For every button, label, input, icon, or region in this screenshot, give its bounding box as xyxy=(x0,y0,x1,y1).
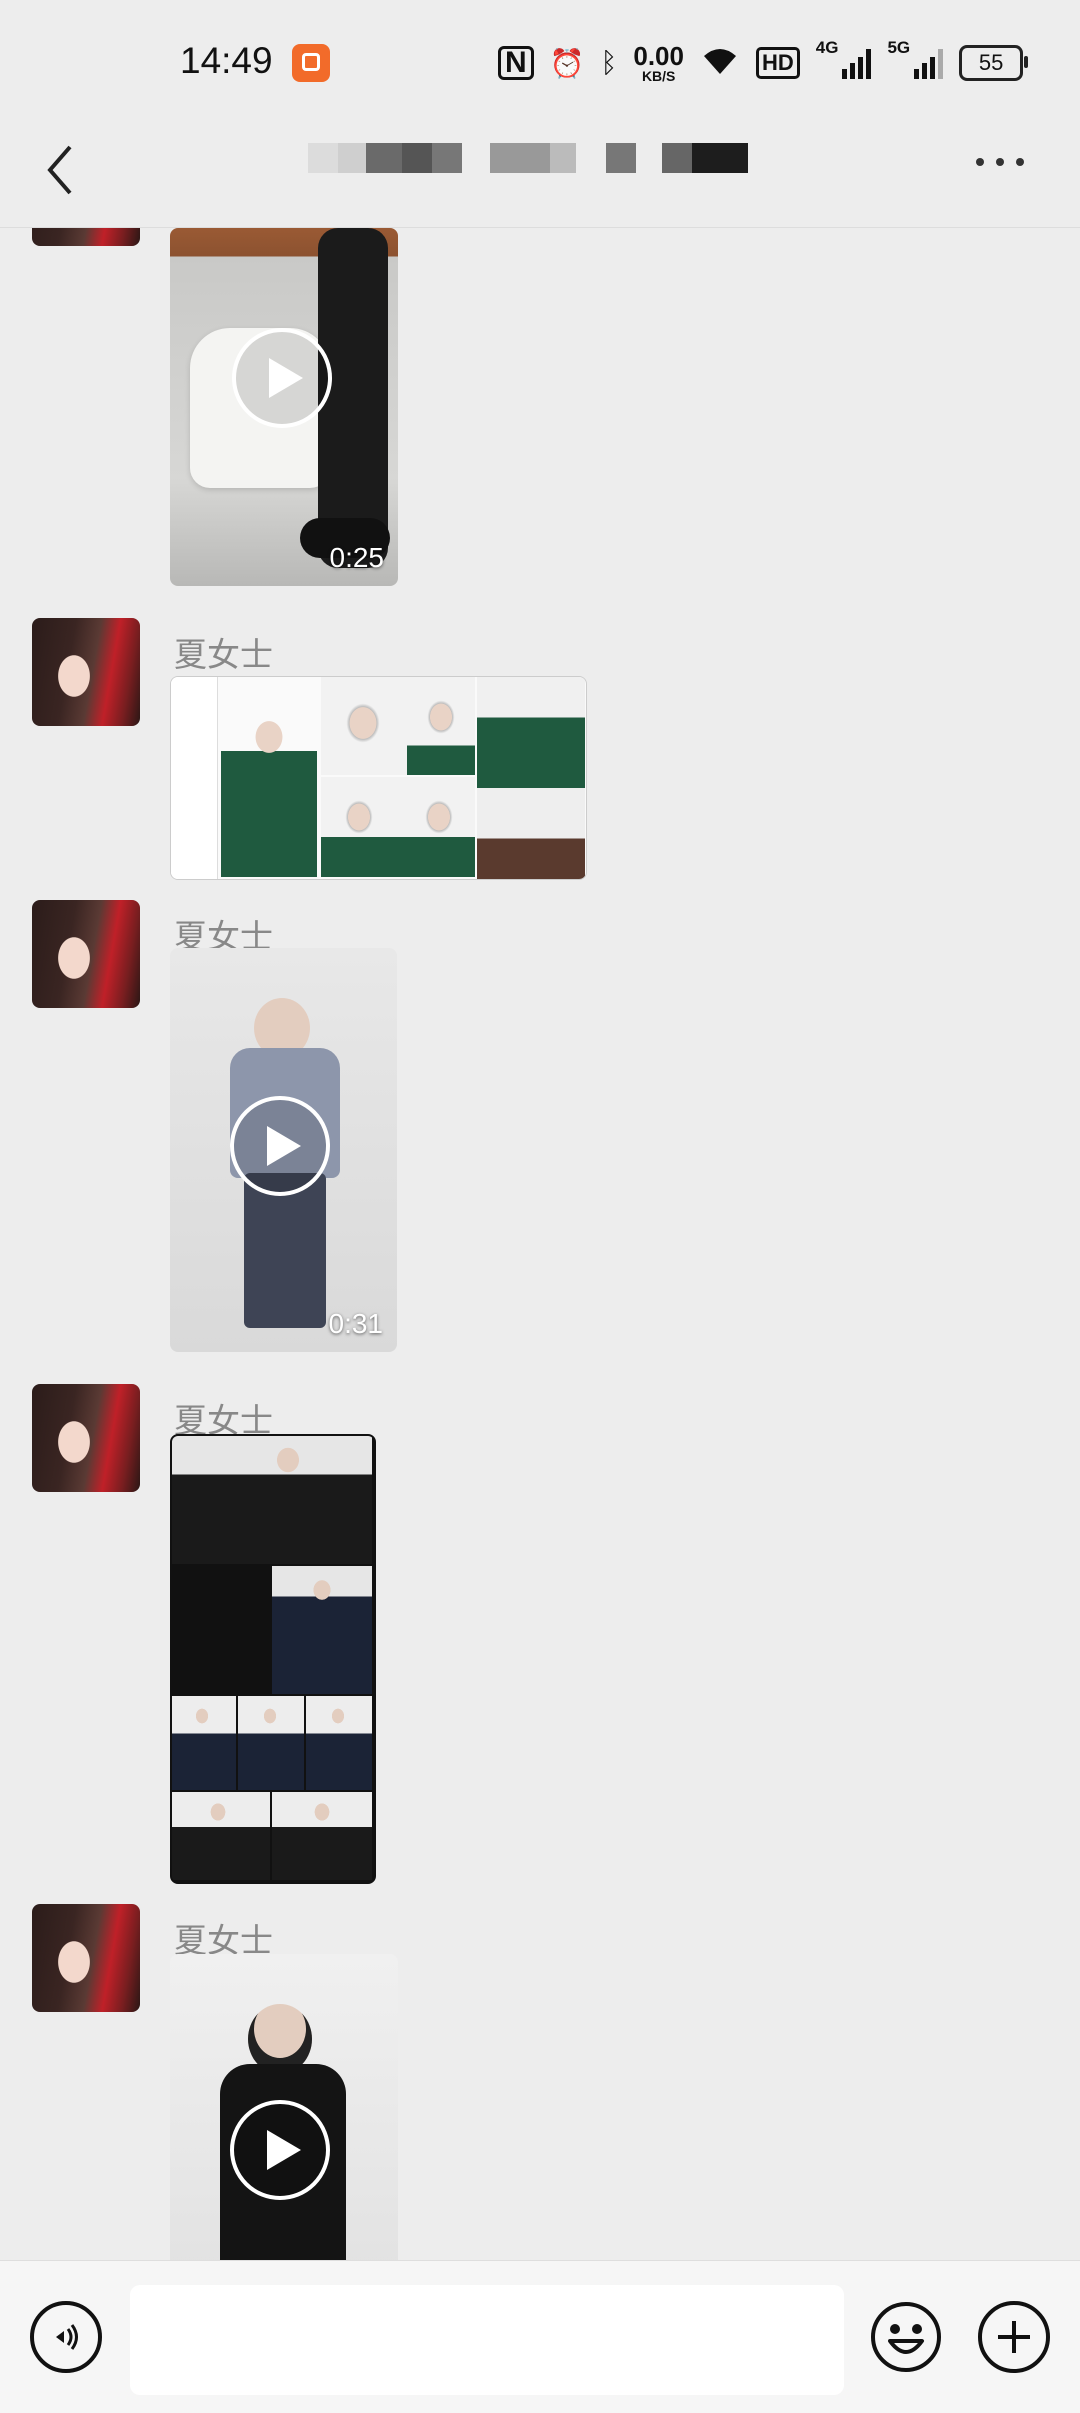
chat-header xyxy=(0,125,1080,225)
avatar[interactable] xyxy=(32,1904,140,2012)
play-icon[interactable] xyxy=(230,1096,330,1196)
hd-icon: HD xyxy=(755,47,800,79)
battery-level: 55 xyxy=(978,50,1004,75)
voice-icon xyxy=(56,2324,78,2350)
status-bar: 14:49 N ⏰ ᛒ 0.00 KB/S HD 4G 5G 55 xyxy=(0,0,1080,125)
chevron-left-icon xyxy=(47,145,72,195)
emoji-icon xyxy=(871,2302,941,2372)
input-bar xyxy=(0,2260,1080,2413)
net-5g-label: 5G xyxy=(887,38,911,57)
video-duration: 0:25 xyxy=(329,542,385,573)
play-icon[interactable] xyxy=(230,2100,330,2200)
emoji-button[interactable] xyxy=(870,2301,942,2373)
nfc-icon: N xyxy=(498,46,534,80)
alarm-icon: ⏰ xyxy=(549,47,585,79)
avatar[interactable] xyxy=(32,228,140,246)
video-thumbnail[interactable] xyxy=(170,1954,398,2260)
chat-title-redacted xyxy=(308,143,748,173)
avatar[interactable] xyxy=(32,900,140,1008)
net-4g-label: 4G xyxy=(815,38,839,57)
plus-button[interactable] xyxy=(978,2301,1050,2373)
avatar[interactable] xyxy=(32,618,140,726)
wifi-icon xyxy=(700,44,740,83)
sender-name: 夏女士 xyxy=(174,636,273,673)
image-thumbnail[interactable] xyxy=(170,676,587,880)
back-button[interactable] xyxy=(36,135,96,205)
video-thumbnail[interactable]: 0:25 xyxy=(170,228,398,586)
status-time: 14:49 xyxy=(180,40,273,81)
speed-value: 0.00 xyxy=(633,41,684,71)
play-icon[interactable] xyxy=(232,328,332,428)
more-button[interactable] xyxy=(976,147,1032,177)
voice-button[interactable] xyxy=(30,2301,102,2373)
status-icons: N ⏰ ᛒ 0.00 KB/S HD 4G 5G 55 xyxy=(498,38,1029,88)
video-duration: 0:31 xyxy=(328,1308,384,1339)
message-list[interactable]: 0:25 夏女士 夏女士 0:31 夏女士 夏女士 xyxy=(0,228,1080,2260)
more-dots-icon xyxy=(976,158,984,166)
network-speed: 0.00 KB/S xyxy=(633,43,684,83)
signal-5g-icon xyxy=(914,47,944,79)
app-notification-icon xyxy=(292,44,330,82)
bluetooth-icon: ᛒ xyxy=(600,47,618,78)
signal-4g-icon xyxy=(842,47,872,79)
battery-icon: 55 xyxy=(959,45,1029,81)
video-thumbnail[interactable]: 0:31 xyxy=(170,948,397,1352)
speed-unit: KB/S xyxy=(641,68,676,84)
message-input[interactable] xyxy=(130,2285,844,2395)
avatar[interactable] xyxy=(32,1384,140,1492)
image-thumbnail[interactable] xyxy=(170,1434,376,1884)
